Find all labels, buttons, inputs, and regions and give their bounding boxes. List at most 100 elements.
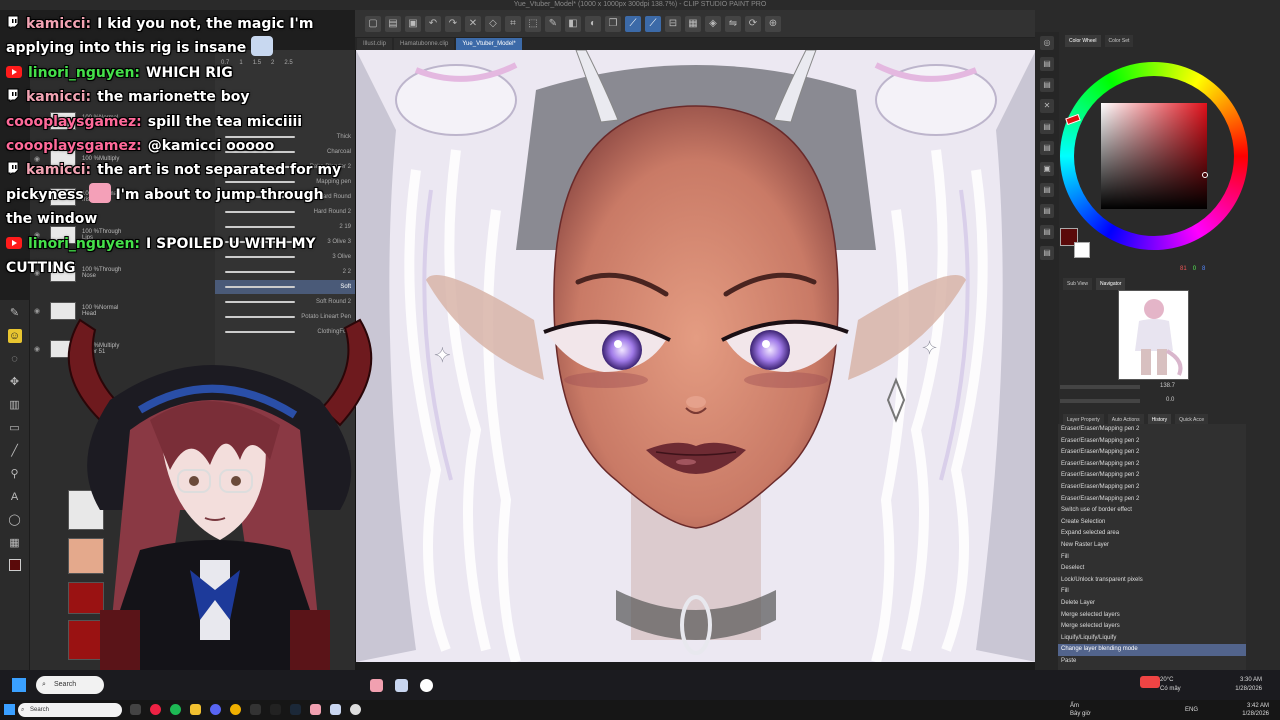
rotate-icon[interactable]: ⟳ bbox=[745, 15, 761, 32]
media-play-icon[interactable] bbox=[350, 704, 361, 715]
transform-icon[interactable]: ◇ bbox=[485, 15, 501, 32]
history-item[interactable]: Fill bbox=[1058, 552, 1246, 564]
app-icon[interactable] bbox=[395, 679, 408, 692]
panel-toggle-icon[interactable]: ▤ bbox=[1040, 78, 1054, 92]
grid-icon[interactable]: ▦ bbox=[685, 15, 701, 32]
color-picker-cursor[interactable] bbox=[1202, 172, 1208, 178]
history-item[interactable]: Switch use of border effect bbox=[1058, 505, 1246, 517]
app-icon[interactable] bbox=[250, 704, 261, 715]
open-icon[interactable]: ▤ bbox=[385, 15, 401, 32]
chrome-icon[interactable] bbox=[150, 704, 161, 715]
panel-toggle-icon[interactable]: ▣ bbox=[1040, 162, 1054, 176]
history-item[interactable]: Eraser/Eraser/Mapping pen 2 bbox=[1058, 424, 1246, 436]
navigator-preview[interactable] bbox=[1118, 290, 1189, 380]
history-item[interactable]: Deselect bbox=[1058, 563, 1246, 575]
save-icon[interactable]: ▣ bbox=[405, 15, 421, 32]
windows-start-icon[interactable] bbox=[12, 678, 26, 692]
sticky-tool-icon[interactable]: ☺ bbox=[7, 329, 22, 343]
steam-icon[interactable] bbox=[290, 704, 301, 715]
app-icon[interactable] bbox=[420, 679, 433, 692]
mirror-icon[interactable]: ⇋ bbox=[725, 15, 741, 32]
history-item[interactable]: Paste bbox=[1058, 656, 1246, 668]
history-item[interactable]: Eraser/Eraser/Mapping pen 2 bbox=[1058, 459, 1246, 471]
inner-search-box[interactable]: ⌕ Search bbox=[36, 676, 104, 694]
tab-document-2[interactable]: Hamatubonne.clip bbox=[394, 38, 455, 50]
outer-search-box[interactable]: ⌕ Search bbox=[18, 703, 122, 717]
shape-tool-icon[interactable]: ◯ bbox=[8, 513, 22, 527]
history-item[interactable]: Merge selected layers bbox=[1058, 610, 1246, 622]
task-view-icon[interactable] bbox=[130, 704, 141, 715]
windows-start-icon[interactable] bbox=[4, 704, 15, 715]
history-item[interactable]: Eraser/Eraser/Mapping pen 2 bbox=[1058, 494, 1246, 506]
snap-icon[interactable]: ⟋ bbox=[645, 15, 661, 32]
clear-icon[interactable]: ✕ bbox=[465, 15, 481, 32]
history-item[interactable]: Eraser/Eraser/Mapping pen 2 bbox=[1058, 436, 1246, 448]
blend-icon[interactable]: ◐ bbox=[585, 15, 601, 32]
new-file-icon[interactable]: ▢ bbox=[365, 15, 381, 32]
history-item[interactable]: Eraser/Eraser/Mapping pen 2 bbox=[1058, 447, 1246, 459]
move-tool-icon[interactable]: ✥ bbox=[8, 375, 22, 389]
lasso-tool-icon[interactable]: ◌ bbox=[8, 352, 22, 366]
history-item[interactable]: Merge selected layers bbox=[1058, 621, 1246, 633]
history-item[interactable]: Eraser/Eraser/Mapping pen 2 bbox=[1058, 482, 1246, 494]
pen-tool-icon[interactable]: ✎ bbox=[8, 306, 22, 320]
fill-tool-icon[interactable]: ▥ bbox=[8, 398, 22, 412]
history-item[interactable]: Delete Layer bbox=[1058, 598, 1246, 610]
foreground-color-swatch[interactable] bbox=[8, 559, 21, 571]
panel-toggle-icon[interactable]: ▤ bbox=[1040, 120, 1054, 134]
tab-sub-view[interactable]: Sub View bbox=[1063, 278, 1093, 290]
eyedropper-tool-icon[interactable]: ⚲ bbox=[8, 467, 22, 481]
panel-toggle-icon[interactable]: ▤ bbox=[1040, 141, 1054, 155]
history-item[interactable]: Eraser/Eraser/Mapping pen 2 bbox=[1058, 470, 1246, 482]
tab-document-1[interactable]: Illust.clip bbox=[357, 38, 393, 50]
file-explorer-icon[interactable] bbox=[190, 704, 201, 715]
history-item[interactable]: New Raster Layer bbox=[1058, 540, 1246, 552]
app-icon[interactable] bbox=[310, 704, 321, 715]
layer-icon[interactable]: ❐ bbox=[605, 15, 621, 32]
zoom-slider[interactable] bbox=[1060, 385, 1140, 389]
undo-icon[interactable]: ↶ bbox=[425, 15, 441, 32]
history-item[interactable]: Change layer blending mode bbox=[1058, 644, 1246, 656]
panel-toggle-icon[interactable]: ▤ bbox=[1040, 204, 1054, 218]
history-item[interactable]: Expand selected area bbox=[1058, 528, 1246, 540]
panel-toggle-icon[interactable]: ✕ bbox=[1040, 99, 1054, 113]
tab-color-set[interactable]: Color Set bbox=[1104, 35, 1134, 47]
obs-icon[interactable] bbox=[270, 704, 281, 715]
rotation-slider[interactable] bbox=[1060, 399, 1140, 403]
history-item[interactable]: Liquify/Liquify/Liquify bbox=[1058, 633, 1246, 645]
fill-icon[interactable]: ◧ bbox=[565, 15, 581, 32]
selection-icon[interactable]: ⬚ bbox=[525, 15, 541, 32]
tab-navigator[interactable]: Navigator bbox=[1096, 278, 1126, 290]
history-item[interactable]: Create Selection bbox=[1058, 517, 1246, 529]
zoom-icon[interactable]: ⊕ bbox=[765, 15, 781, 32]
pen-icon[interactable]: ✎ bbox=[545, 15, 561, 32]
language-indicator[interactable]: ENG bbox=[1185, 706, 1198, 714]
crop-icon[interactable]: ⌗ bbox=[505, 15, 521, 32]
stabilizer-icon[interactable]: ⟋ bbox=[625, 15, 641, 32]
sub-color-swatch[interactable] bbox=[1074, 242, 1090, 258]
panel-toggle-icon[interactable]: ▤ bbox=[1040, 246, 1054, 260]
history-item[interactable]: Lock/Unlock transparent pixels bbox=[1058, 575, 1246, 587]
tab-document-3[interactable]: Yue_Vtuber_Model* bbox=[456, 38, 522, 50]
panel-toggle-icon[interactable]: ▤ bbox=[1040, 225, 1054, 239]
spotify-icon[interactable] bbox=[170, 704, 181, 715]
redo-icon[interactable]: ↷ bbox=[445, 15, 461, 32]
panel-toggle-icon[interactable]: ▤ bbox=[1040, 57, 1054, 71]
line-tool-icon[interactable]: ╱ bbox=[8, 444, 22, 458]
brush-item[interactable]: Soft Round 2 bbox=[215, 295, 355, 309]
text-tool-icon[interactable]: A bbox=[8, 490, 22, 504]
panel-toggle-icon[interactable]: ◎ bbox=[1040, 36, 1054, 50]
gradient-tool-icon[interactable]: ▦ bbox=[8, 536, 22, 550]
app-icon[interactable] bbox=[330, 704, 341, 715]
chrome-canary-icon[interactable] bbox=[230, 704, 241, 715]
saturation-value-square[interactable] bbox=[1101, 103, 1207, 209]
app-icon[interactable] bbox=[370, 679, 383, 692]
history-item[interactable]: Fill bbox=[1058, 586, 1246, 598]
brush-item[interactable]: Soft bbox=[215, 280, 355, 294]
ruler-icon[interactable]: ⊟ bbox=[665, 15, 681, 32]
perspective-icon[interactable]: ◈ bbox=[705, 15, 721, 32]
drawing-canvas[interactable]: ✦ ✦ bbox=[355, 50, 1035, 662]
discord-icon[interactable] bbox=[210, 704, 221, 715]
eraser-tool-icon[interactable]: ▭ bbox=[8, 421, 22, 435]
tab-color-wheel[interactable]: Color Wheel bbox=[1065, 35, 1101, 47]
